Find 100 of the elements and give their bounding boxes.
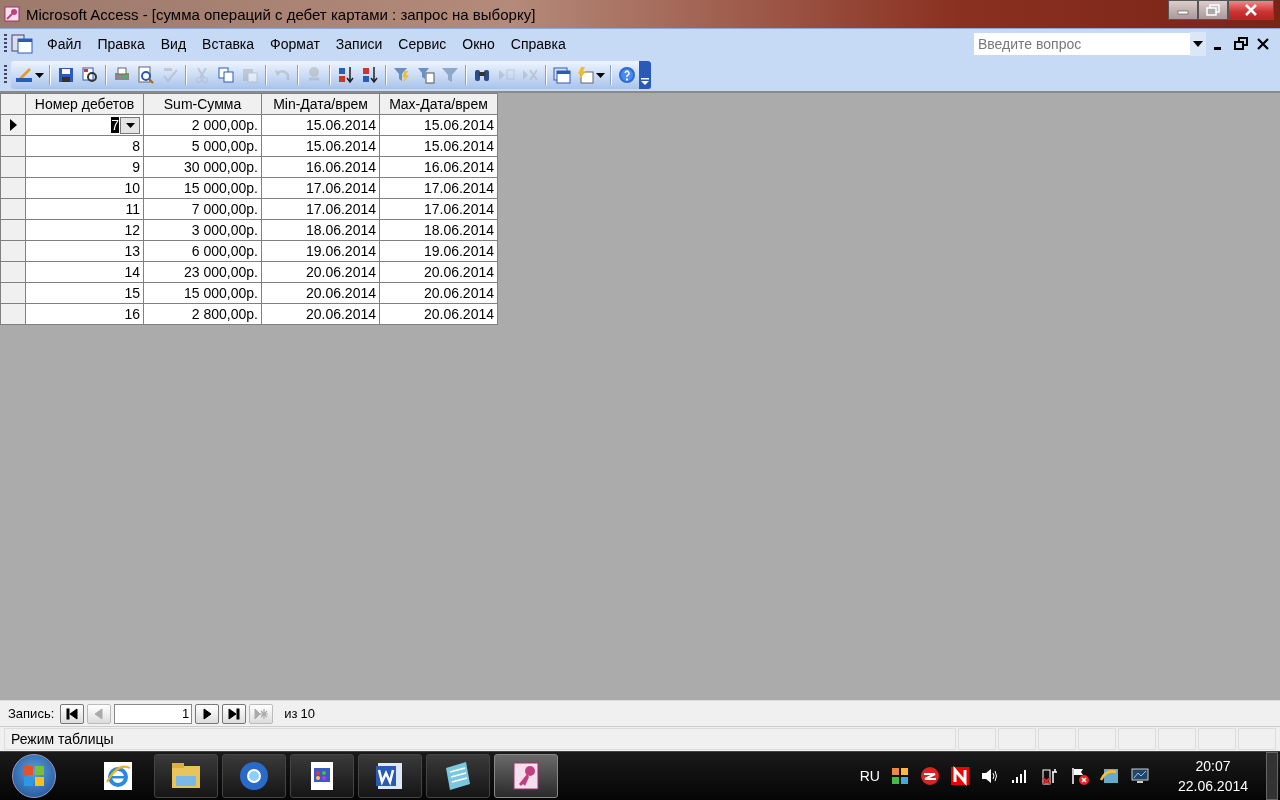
menu-item[interactable]: Файл: [41, 34, 88, 54]
table-cell: 13: [25, 240, 144, 262]
record-label: Запись:: [8, 706, 55, 721]
last-record-button[interactable]: [222, 703, 247, 724]
table-cell: 20.06.2014: [261, 261, 380, 283]
clock-time[interactable]: 20:07: [1195, 756, 1231, 776]
document-window-icon[interactable]: [11, 33, 33, 55]
search-icon: [81, 66, 99, 84]
dropdown-button[interactable]: [1190, 32, 1206, 56]
monitor-icon[interactable]: [1129, 766, 1150, 786]
toolbar-options-button[interactable]: [639, 61, 651, 89]
help-search-field[interactable]: Введите вопрос: [974, 33, 1190, 55]
status-panel: [1238, 728, 1276, 750]
menu-item[interactable]: Вставка: [196, 34, 261, 54]
table-cell: 15.06.2014: [379, 114, 498, 136]
close-icon: [1244, 4, 1258, 16]
clock-date[interactable]: 22.06.2014: [1177, 776, 1248, 796]
status-panel: [1158, 728, 1196, 750]
taskbar-app-button[interactable]: [426, 754, 490, 798]
column-header[interactable]: Номер дебетов: [25, 93, 144, 115]
record-count: 10: [300, 706, 315, 721]
menu-item[interactable]: Правка: [91, 34, 151, 54]
volume-icon[interactable]: [979, 766, 1000, 786]
table-cell: 20.06.2014: [379, 282, 498, 304]
column-header[interactable]: Min-Дата/врем: [261, 93, 380, 115]
sort-descending-icon: [361, 66, 379, 84]
table-cell: 3 000,00р.: [143, 219, 262, 241]
cut-icon: [193, 66, 211, 84]
table-cell: 15 000,00р.: [143, 282, 262, 304]
table-cell: 16: [25, 303, 144, 325]
next-record-button[interactable]: [195, 703, 220, 724]
restore-button[interactable]: [1198, 0, 1228, 20]
table-cell[interactable]: 7: [111, 117, 119, 133]
dropdown-arrow-icon: [1193, 41, 1203, 47]
table-cell: 16.06.2014: [261, 156, 380, 178]
table-cell: 19.06.2014: [261, 240, 380, 262]
status-text: Режим таблицы: [4, 728, 956, 750]
table-cell: 6 000,00р.: [143, 240, 262, 262]
spelling-icon: [161, 66, 179, 84]
last-record-icon: [227, 706, 242, 721]
ie-app-icon: [102, 760, 134, 792]
design-view-icon: [15, 66, 33, 84]
table-cell: 5 000,00р.: [143, 135, 262, 157]
record-number-field[interactable]: 1: [114, 703, 193, 724]
table-cell: 20.06.2014: [261, 282, 380, 304]
save-icon: [57, 66, 75, 84]
menu-item[interactable]: Окно: [456, 34, 501, 54]
table-cell: 8: [25, 135, 144, 157]
language-indicator[interactable]: RU: [859, 768, 880, 784]
dropdown-button[interactable]: [120, 116, 140, 134]
taskbar-app-button[interactable]: [222, 754, 286, 798]
filter-form-icon: [417, 66, 435, 84]
taskbar-app-button[interactable]: [358, 754, 422, 798]
key-icon: [4, 6, 20, 22]
column-header[interactable]: Sum-Сумма: [143, 93, 262, 115]
chevron-icon: [641, 78, 649, 86]
print-preview-icon: [137, 66, 155, 84]
status-panel: [1118, 728, 1156, 750]
close-icon[interactable]: [1256, 37, 1270, 51]
taskbar-app-button[interactable]: [290, 754, 354, 798]
table-cell: 2 000,00р.: [143, 114, 262, 136]
restore-icon[interactable]: [1234, 37, 1248, 51]
grid-app-icon[interactable]: [889, 766, 910, 786]
table-cell: 17.06.2014: [379, 177, 498, 199]
menu-item[interactable]: Записи: [329, 34, 389, 54]
table-cell: 11: [25, 198, 144, 220]
menu-item[interactable]: Вид: [154, 34, 193, 54]
table-cell: 17.06.2014: [261, 177, 380, 199]
table-cell: 15 000,00р.: [143, 177, 262, 199]
minimize-button[interactable]: [1168, 0, 1198, 20]
dropdown-arrow-icon: [35, 72, 44, 78]
table-cell: 14: [25, 261, 144, 283]
taskbar-app-button[interactable]: [494, 754, 558, 798]
table-cell: 23 000,00р.: [143, 261, 262, 283]
first-record-button[interactable]: [60, 703, 85, 724]
close-button[interactable]: [1228, 0, 1274, 20]
ball-icon[interactable]: [919, 766, 940, 786]
taskbar-app-button[interactable]: [154, 754, 218, 798]
restore-icon: [1206, 4, 1220, 16]
sort-ascending-icon: [337, 66, 355, 84]
table-cell: 12: [25, 219, 144, 241]
battery-icon[interactable]: [1039, 766, 1060, 786]
menu-item[interactable]: Справка: [504, 34, 572, 54]
column-header[interactable]: Max-Дата/врем: [379, 93, 498, 115]
table-cell: 15: [25, 282, 144, 304]
record-selector[interactable]: [0, 114, 26, 136]
table-cell: 18.06.2014: [261, 219, 380, 241]
table-cell: 15.06.2014: [379, 135, 498, 157]
table-cell: 20.06.2014: [379, 303, 498, 325]
table-cell: 15.06.2014: [261, 114, 380, 136]
menu-item[interactable]: Сервис: [392, 34, 453, 54]
flag-icon[interactable]: [1069, 766, 1090, 786]
start-button[interactable]: [12, 754, 56, 798]
menu-item[interactable]: Формат: [264, 34, 326, 54]
current-record-icon: [9, 119, 17, 131]
n-logo-icon[interactable]: [949, 766, 970, 786]
table-cell: 2 800,00р.: [143, 303, 262, 325]
database-window-icon: [553, 66, 571, 84]
first-record-icon: [65, 706, 80, 721]
status-panel: [1198, 728, 1236, 750]
